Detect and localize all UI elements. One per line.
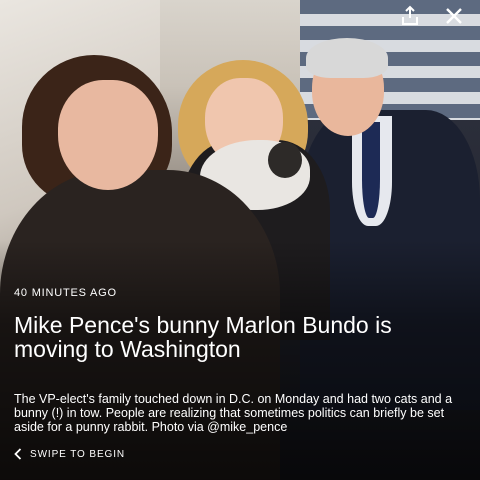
woman-face: [58, 80, 158, 190]
share-button[interactable]: [398, 4, 422, 28]
timestamp: 40 MINUTES AGO: [14, 287, 117, 299]
story-card: 40 MINUTES AGO Mike Pence's bunny Marlon…: [0, 0, 480, 480]
swipe-label: SWIPE TO BEGIN: [30, 448, 126, 460]
bunny-spot: [268, 142, 302, 178]
man-tie: [362, 122, 380, 218]
swipe-to-begin[interactable]: SWIPE TO BEGIN: [14, 447, 125, 461]
close-icon: [446, 8, 462, 24]
story-summary: The VP-elect's family touched down in D.…: [14, 392, 453, 434]
man-hair: [306, 38, 388, 78]
chevron-left-icon: [14, 448, 22, 460]
story-headline: Mike Pence's bunny Marlon Bundo is movin…: [14, 312, 392, 362]
share-icon: [402, 5, 418, 25]
close-button[interactable]: [442, 4, 466, 28]
